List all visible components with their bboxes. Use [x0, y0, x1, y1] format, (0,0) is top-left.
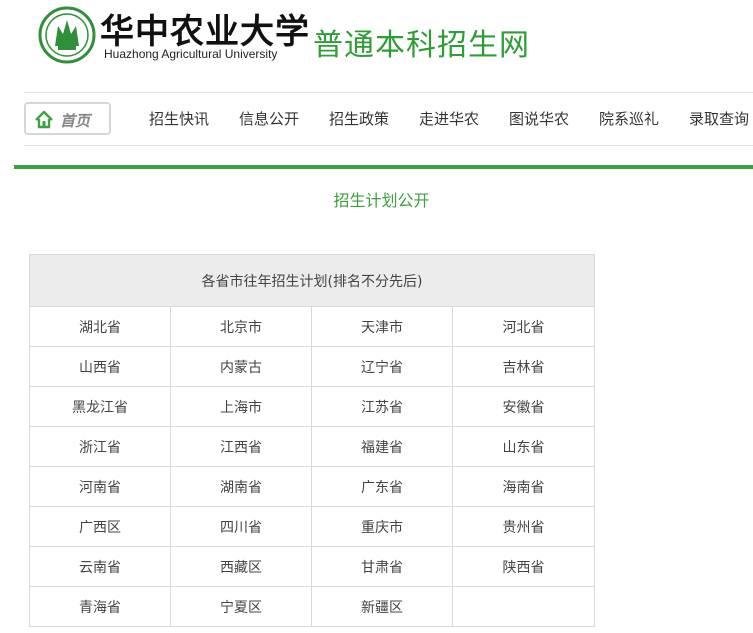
- university-seal-icon[interactable]: [38, 6, 96, 64]
- nav-item-about[interactable]: 走进华农: [419, 108, 479, 129]
- province-link[interactable]: 宁夏区: [170, 586, 312, 627]
- province-link[interactable]: 浙江省: [29, 426, 171, 467]
- province-link[interactable]: 海南省: [452, 466, 595, 507]
- empty-cell: [452, 586, 595, 627]
- nav-item-admission-query[interactable]: 录取查询: [689, 108, 749, 129]
- province-link[interactable]: 广东省: [311, 466, 453, 507]
- site-header: 华中农业大学 Huazhong Agricultural University …: [0, 0, 753, 88]
- nav-item-disclosure[interactable]: 信息公开: [239, 108, 299, 129]
- province-link[interactable]: 辽宁省: [311, 346, 453, 387]
- province-link[interactable]: 云南省: [29, 546, 171, 587]
- table-row: 山西省 内蒙古 辽宁省 吉林省: [29, 346, 595, 387]
- province-plan-table: 各省市往年招生计划(排名不分先后) 湖北省 北京市 天津市 河北省 山西省 内蒙…: [29, 254, 595, 627]
- province-link[interactable]: 重庆市: [311, 506, 453, 547]
- nav-item-gallery[interactable]: 图说华农: [509, 108, 569, 129]
- content-divider: [14, 165, 753, 169]
- province-link[interactable]: 安徽省: [452, 386, 595, 427]
- province-link[interactable]: 山西省: [29, 346, 171, 387]
- province-link[interactable]: 广西区: [29, 506, 171, 547]
- province-link[interactable]: 贵州省: [452, 506, 595, 547]
- home-icon: [35, 110, 53, 129]
- table-row: 青海省 宁夏区 新疆区: [29, 586, 595, 627]
- province-link[interactable]: 西藏区: [170, 546, 312, 587]
- table-header: 各省市往年招生计划(排名不分先后): [29, 254, 595, 307]
- province-link[interactable]: 河北省: [452, 306, 595, 347]
- province-link[interactable]: 上海市: [170, 386, 312, 427]
- nav-item-news[interactable]: 招生快讯: [149, 108, 209, 129]
- province-link[interactable]: 黑龙江省: [29, 386, 171, 427]
- province-link[interactable]: 四川省: [170, 506, 312, 547]
- province-link[interactable]: 山东省: [452, 426, 595, 467]
- table-row: 浙江省 江西省 福建省 山东省: [29, 426, 595, 467]
- nav-divider-top: [24, 92, 753, 93]
- site-title[interactable]: 普通本科招生网: [313, 20, 530, 64]
- table-header-row: 各省市往年招生计划(排名不分先后): [29, 254, 595, 307]
- province-link[interactable]: 甘肃省: [311, 546, 453, 587]
- province-link[interactable]: 吉林省: [452, 346, 595, 387]
- province-link[interactable]: 湖北省: [29, 306, 171, 347]
- province-link[interactable]: 青海省: [29, 586, 171, 627]
- province-link[interactable]: 天津市: [311, 306, 453, 347]
- nav-item-policy[interactable]: 招生政策: [329, 108, 389, 129]
- nav-divider-bottom: [24, 145, 753, 146]
- university-name-cn: 华中农业大学: [100, 12, 310, 52]
- province-link[interactable]: 河南省: [29, 466, 171, 507]
- province-link[interactable]: 江苏省: [311, 386, 453, 427]
- province-link[interactable]: 新疆区: [311, 586, 453, 627]
- province-link[interactable]: 湖南省: [170, 466, 312, 507]
- section-title: 招生计划公开: [333, 191, 430, 210]
- table-row: 广西区 四川省 重庆市 贵州省: [29, 506, 595, 547]
- province-link[interactable]: 北京市: [170, 306, 312, 347]
- province-link[interactable]: 江西省: [170, 426, 312, 467]
- university-name-en: Huazhong Agricultural University: [104, 47, 278, 61]
- table-row: 湖北省 北京市 天津市 河北省: [29, 306, 595, 347]
- table-row: 黑龙江省 上海市 江苏省 安徽省: [29, 386, 595, 427]
- table-row: 河南省 湖南省 广东省 海南省: [29, 466, 595, 507]
- home-label: 首页: [60, 112, 91, 130]
- province-link[interactable]: 内蒙古: [170, 346, 312, 387]
- province-link[interactable]: 陕西省: [452, 546, 595, 587]
- province-link[interactable]: 福建省: [311, 426, 453, 467]
- table-row: 云南省 西藏区 甘肃省 陕西省: [29, 546, 595, 587]
- home-button[interactable]: 首页: [24, 102, 111, 135]
- nav-item-departments[interactable]: 院系巡礼: [599, 108, 659, 129]
